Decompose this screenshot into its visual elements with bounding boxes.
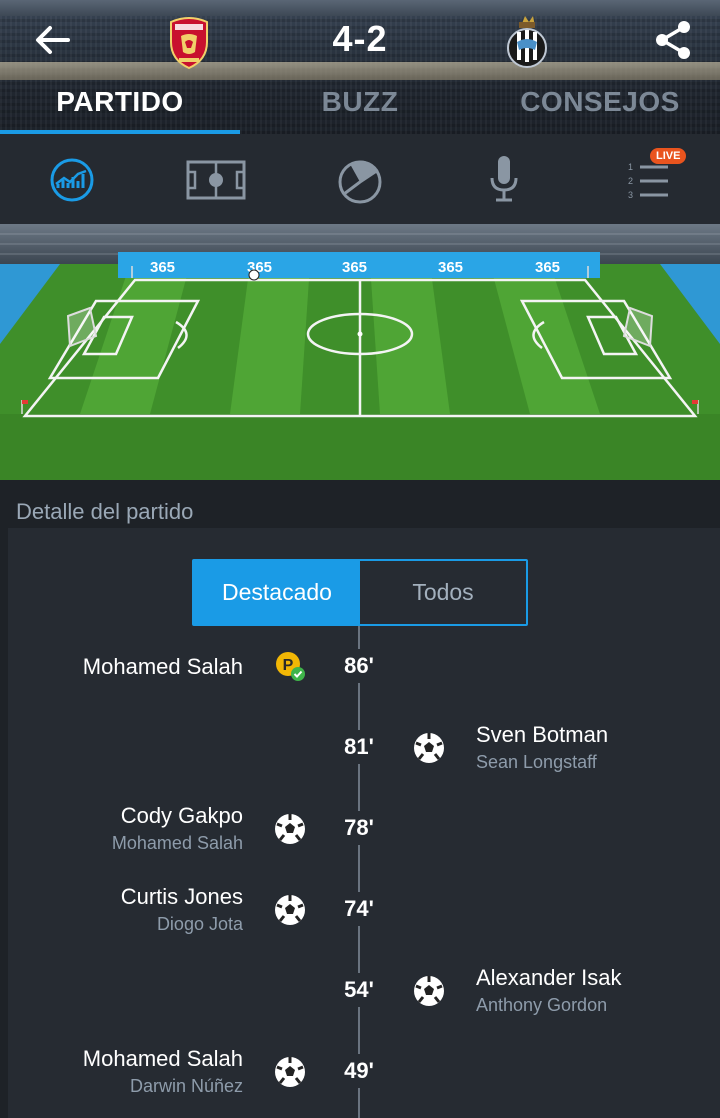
section-title: Detalle del partido xyxy=(16,499,194,524)
event-home[interactable]: Mohamed Salah Darwin Núñez xyxy=(83,1046,243,1097)
event-player: Mohamed Salah xyxy=(82,654,243,679)
microphone-icon[interactable] xyxy=(432,134,576,224)
event-minute: 49' xyxy=(334,1054,384,1088)
tab-buzz[interactable]: BUZZ xyxy=(240,86,480,118)
back-arrow-icon[interactable] xyxy=(30,20,76,60)
stadium-roof xyxy=(0,0,720,16)
goal-ball-icon xyxy=(275,1057,305,1087)
live-badge: LIVE xyxy=(650,148,687,164)
match-tabs: PARTIDO BUZZ CONSEJOS xyxy=(0,80,720,134)
ad-board-text-1: 365 xyxy=(150,259,175,276)
penalty-scored-icon: P xyxy=(276,652,305,681)
event-home[interactable]: Cody Gakpo Mohamed Salah xyxy=(112,803,243,854)
event-assist: Mohamed Salah xyxy=(111,833,243,853)
possession-chart-icon[interactable] xyxy=(288,134,432,224)
event-minute: 81' xyxy=(334,730,384,764)
event-player: Sven Botman xyxy=(476,722,609,747)
standings-number-2: 2 xyxy=(628,176,633,186)
event-minute: 78' xyxy=(334,811,384,845)
goal-ball-icon xyxy=(275,895,305,925)
event-home[interactable]: Mohamed Salah xyxy=(83,654,243,680)
live-standings-icon[interactable]: 1 2 3 xyxy=(576,134,720,224)
tab-partido[interactable]: PARTIDO xyxy=(0,86,240,118)
events-timeline xyxy=(358,626,360,1118)
event-away[interactable]: Alexander Isak Anthony Gordon xyxy=(476,965,622,1016)
event-assist: Anthony Gordon xyxy=(476,995,608,1015)
liverpool-crest[interactable] xyxy=(165,12,213,70)
filter-todos-button[interactable]: Todos xyxy=(360,561,526,624)
goal-ball-icon xyxy=(275,814,305,844)
stadium-ring xyxy=(0,62,720,80)
event-player: Alexander Isak xyxy=(476,965,622,990)
events-filter-toggle: Destacado Todos xyxy=(192,559,528,626)
event-player: Cody Gakpo xyxy=(120,803,243,828)
event-away[interactable]: Sven Botman Sean Longstaff xyxy=(476,722,608,773)
standings-number-1: 1 xyxy=(628,162,633,172)
match-header: 4-2 PARTIDO BUZZ CONSEJOS xyxy=(0,0,720,134)
standings-number-3: 3 xyxy=(628,190,633,200)
live-pitch-view: 365 365 365 365 365 xyxy=(0,224,720,480)
share-icon[interactable] xyxy=(652,18,696,62)
goal-ball-icon xyxy=(414,976,444,1006)
newcastle-crest[interactable] xyxy=(503,12,551,70)
event-home[interactable]: Curtis Jones Diogo Jota xyxy=(121,884,243,935)
event-assist: Darwin Núñez xyxy=(129,1076,243,1096)
event-player: Mohamed Salah xyxy=(82,1046,243,1071)
event-minute: 54' xyxy=(334,973,384,1007)
pitch-icon[interactable] xyxy=(144,134,288,224)
event-minute: 74' xyxy=(334,892,384,926)
goal-ball-icon xyxy=(414,733,444,763)
ad-board-text-4: 365 xyxy=(438,259,463,276)
match-view-toolbar: 1 2 3 xyxy=(0,134,720,224)
match-score: 4-2 xyxy=(332,18,388,59)
event-assist: Diogo Jota xyxy=(156,914,243,934)
filter-destacado-button[interactable]: Destacado xyxy=(194,561,360,624)
stats-icon[interactable] xyxy=(0,134,144,224)
event-assist: Sean Longstaff xyxy=(476,752,597,772)
ad-board-text-5: 365 xyxy=(535,259,560,276)
ad-board-text-3: 365 xyxy=(342,259,367,276)
tab-consejos[interactable]: CONSEJOS xyxy=(480,86,720,118)
event-player: Curtis Jones xyxy=(120,884,243,909)
event-minute: 86' xyxy=(334,649,384,683)
